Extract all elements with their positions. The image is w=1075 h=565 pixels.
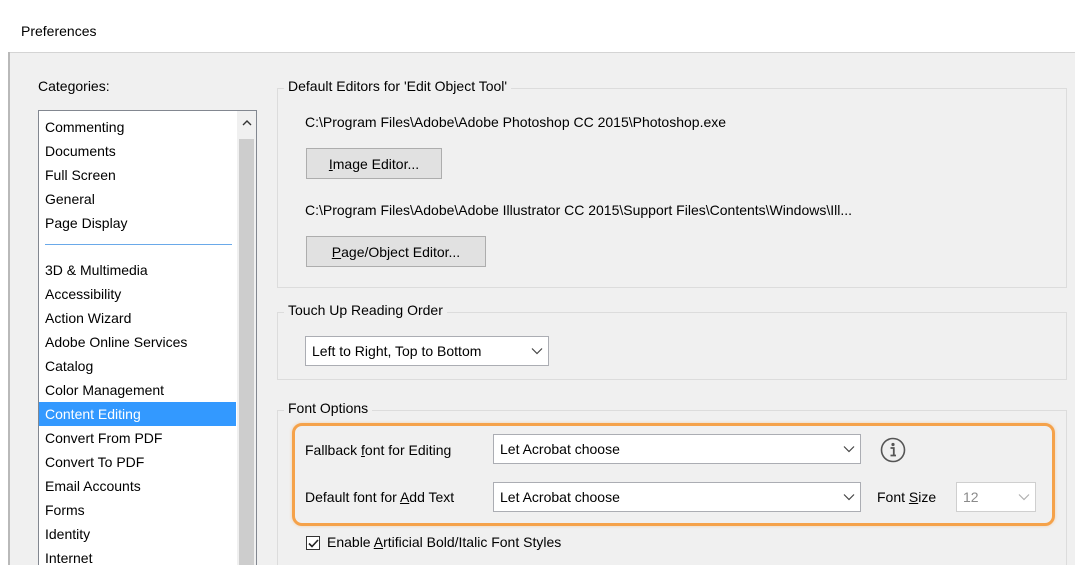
reading-order-value: Left to Right, Top to Bottom: [312, 343, 482, 359]
font-size-value: 12: [963, 489, 979, 505]
font-size-label: Font Size: [877, 489, 937, 505]
category-item[interactable]: Internet: [39, 546, 236, 565]
enable-styles-checkbox[interactable]: [306, 536, 320, 550]
chevron-down-icon[interactable]: [838, 483, 860, 511]
fallback-font-value: Let Acrobat choose: [500, 441, 620, 457]
font-options-title: Font Options: [284, 400, 373, 416]
category-item[interactable]: Adobe Online Services: [39, 330, 236, 354]
touch-up-title: Touch Up Reading Order: [284, 302, 447, 318]
category-item[interactable]: Catalog: [39, 354, 236, 378]
image-editor-label: mage Editor...: [332, 155, 420, 172]
chevron-down-icon[interactable]: [526, 337, 548, 365]
page-editor-path: C:\Program Files\Adobe\Adobe Illustrator…: [305, 202, 853, 218]
default-font-value: Let Acrobat choose: [500, 489, 620, 505]
chevron-down-icon[interactable]: [1013, 483, 1035, 511]
category-item[interactable]: Accessibility: [39, 282, 236, 306]
category-item[interactable]: Documents: [39, 139, 236, 163]
scroll-thumb[interactable]: [239, 139, 254, 565]
window-title: Preferences: [21, 23, 97, 39]
fallback-font-label: Fallback font for Editing: [305, 442, 452, 458]
category-item[interactable]: Action Wizard: [39, 306, 236, 330]
categories-separator: [45, 244, 232, 245]
category-item[interactable]: Full Screen: [39, 163, 236, 187]
default-font-dropdown[interactable]: Let Acrobat choose: [493, 482, 861, 512]
categories-label: Categories:: [38, 78, 110, 94]
category-item[interactable]: Convert To PDF: [39, 450, 236, 474]
category-item[interactable]: Identity: [39, 522, 236, 546]
image-editor-path: C:\Program Files\Adobe\Adobe Photoshop C…: [305, 114, 727, 130]
reading-order-dropdown[interactable]: Left to Right, Top to Bottom: [305, 336, 549, 366]
category-item[interactable]: Color Management: [39, 378, 236, 402]
category-item[interactable]: Convert From PDF: [39, 426, 236, 450]
category-item[interactable]: General: [39, 187, 236, 211]
enable-styles-label[interactable]: Enable Artificial Bold/Italic Font Style…: [327, 534, 561, 550]
categories-scrollbar[interactable]: [237, 111, 256, 565]
categories-list[interactable]: Commenting Documents Full Screen General Pag…: [38, 110, 257, 565]
page-object-editor-button[interactable]: Page/Object Editor...: [306, 236, 486, 267]
fallback-font-dropdown[interactable]: Let Acrobat choose: [493, 434, 861, 464]
info-icon[interactable]: [880, 437, 906, 463]
category-item[interactable]: Forms: [39, 498, 236, 522]
category-item-selected[interactable]: Content Editing: [39, 402, 236, 426]
chevron-down-icon[interactable]: [838, 435, 860, 463]
category-item[interactable]: Page Display: [39, 211, 236, 235]
default-editors-title: Default Editors for 'Edit Object Tool': [284, 78, 512, 94]
check-icon: [307, 538, 319, 548]
page-editor-mnemonic: P: [331, 243, 342, 260]
category-item[interactable]: Commenting: [39, 115, 236, 139]
font-size-dropdown[interactable]: 12: [956, 482, 1036, 512]
category-item[interactable]: 3D & Multimedia: [39, 258, 236, 282]
default-font-label: Default font for Add Text: [305, 489, 455, 505]
image-editor-button[interactable]: Image Editor...: [306, 148, 442, 179]
category-item[interactable]: Email Accounts: [39, 474, 236, 498]
chevron-up-icon[interactable]: [237, 111, 256, 135]
page-editor-label: age/Object Editor...: [341, 243, 461, 260]
